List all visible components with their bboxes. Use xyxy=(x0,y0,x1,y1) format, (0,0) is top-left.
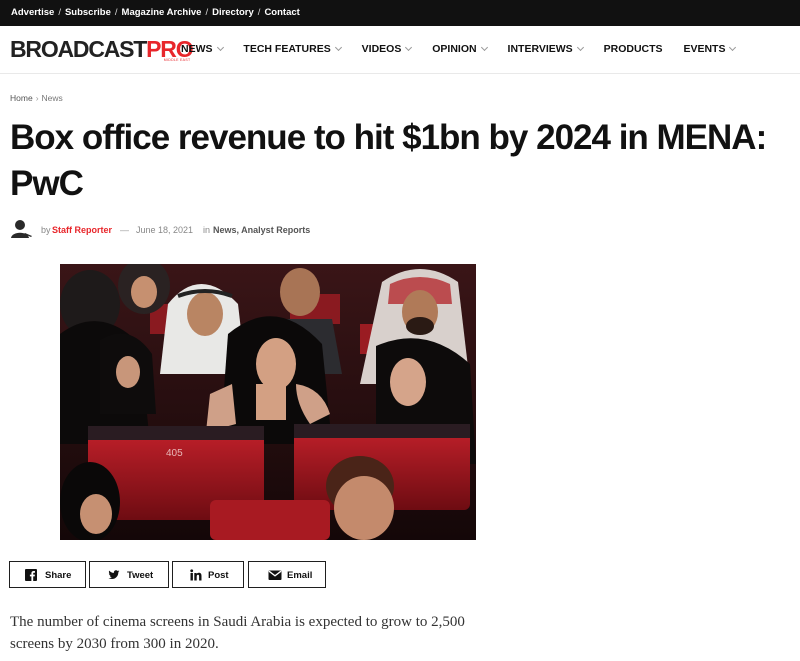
nav-item-label: INTERVIEWS xyxy=(507,43,573,55)
advertise-link[interactable]: Advertise xyxy=(11,7,54,18)
main-nav: NEWS TECH FEATURES VIDEOS OPINION INTERV… xyxy=(181,43,753,55)
nav-item-tech-features[interactable]: TECH FEATURES xyxy=(243,43,342,55)
contact-link[interactable]: Contact xyxy=(264,7,299,18)
logo-tagline: MIDDLE EAST xyxy=(163,58,191,62)
facebook-share-label: Share xyxy=(45,570,72,581)
site-header: BROADCASTPRO MIDDLE EAST NEWS TECH FEATU… xyxy=(0,26,800,74)
linkedin-share-label: Post xyxy=(208,570,229,581)
chevron-down-icon xyxy=(480,43,488,52)
twitter-icon xyxy=(108,570,120,580)
chevron-down-icon xyxy=(405,43,413,52)
chevron-down-icon xyxy=(334,43,342,52)
chevron-down-icon xyxy=(216,43,224,52)
nav-item-label: NEWS xyxy=(181,43,213,55)
breadcrumb-home-link[interactable]: Home xyxy=(10,93,33,103)
logo-text-broadcast: BROADCAST xyxy=(10,36,147,62)
in-label: in xyxy=(203,225,211,235)
directory-link[interactable]: Directory xyxy=(212,7,254,18)
separator: / xyxy=(114,7,118,18)
chevron-down-icon xyxy=(576,43,584,52)
separator: / xyxy=(58,7,61,18)
nav-item-label: PRODUCTS xyxy=(603,43,663,55)
magazine-archive-link[interactable]: Magazine Archive xyxy=(122,7,202,18)
nav-item-label: VIDEOS xyxy=(361,43,402,55)
meta-dash: — xyxy=(120,225,129,235)
site-logo[interactable]: BROADCASTPRO MIDDLE EAST xyxy=(10,36,194,62)
breadcrumb-news-link[interactable]: News xyxy=(42,93,63,103)
breadcrumb: Home › News xyxy=(10,93,63,103)
nav-item-label: TECH FEATURES xyxy=(243,43,331,55)
nav-item-events[interactable]: EVENTS xyxy=(683,43,737,55)
nav-item-label: EVENTS xyxy=(683,43,726,55)
featured-image: 405 xyxy=(60,264,476,540)
by-label: by xyxy=(41,225,51,235)
cinema-audience-illustration: 405 xyxy=(60,264,476,540)
twitter-share-button[interactable]: Tweet xyxy=(89,561,169,588)
linkedin-icon xyxy=(190,569,202,581)
linkedin-share-button[interactable]: Post xyxy=(172,561,244,588)
author-link[interactable]: Staff Reporter xyxy=(52,225,112,235)
nav-item-opinion[interactable]: OPINION xyxy=(432,43,488,55)
category-links[interactable]: News, Analyst Reports xyxy=(213,225,310,235)
nav-item-interviews[interactable]: INTERVIEWS xyxy=(507,43,584,55)
email-share-button[interactable]: Email xyxy=(248,561,326,588)
utility-links: Advertise / Subscribe / Magazine Archive / Dir… xyxy=(11,7,300,18)
facebook-icon xyxy=(25,569,37,581)
nav-item-label: OPINION xyxy=(432,43,477,55)
subscribe-link[interactable]: Subscribe xyxy=(65,7,111,18)
author-avatar-icon xyxy=(11,220,32,238)
publish-date[interactable]: June 18, 2021 xyxy=(136,225,193,235)
nav-item-videos[interactable]: VIDEOS xyxy=(361,43,413,55)
article-title: Box office revenue to hit $1bn by 2024 i… xyxy=(10,118,767,203)
separator: / xyxy=(205,7,209,18)
chevron-down-icon xyxy=(729,43,737,52)
email-icon xyxy=(268,570,282,580)
article-lead-paragraph: The number of cinema screens in Saudi Ar… xyxy=(10,614,465,652)
twitter-share-label: Tweet xyxy=(127,570,154,581)
top-utility-bar: Advertise / Subscribe / Magazine Archive / Dir… xyxy=(0,0,800,26)
nav-item-news[interactable]: NEWS xyxy=(181,43,224,55)
seat-number-label: 405 xyxy=(166,448,183,459)
separator: / xyxy=(257,7,261,18)
nav-item-products[interactable]: PRODUCTS xyxy=(604,43,663,55)
email-share-label: Email xyxy=(287,570,313,581)
facebook-share-button[interactable]: Share xyxy=(9,561,86,588)
breadcrumb-arrow: › xyxy=(35,93,39,103)
